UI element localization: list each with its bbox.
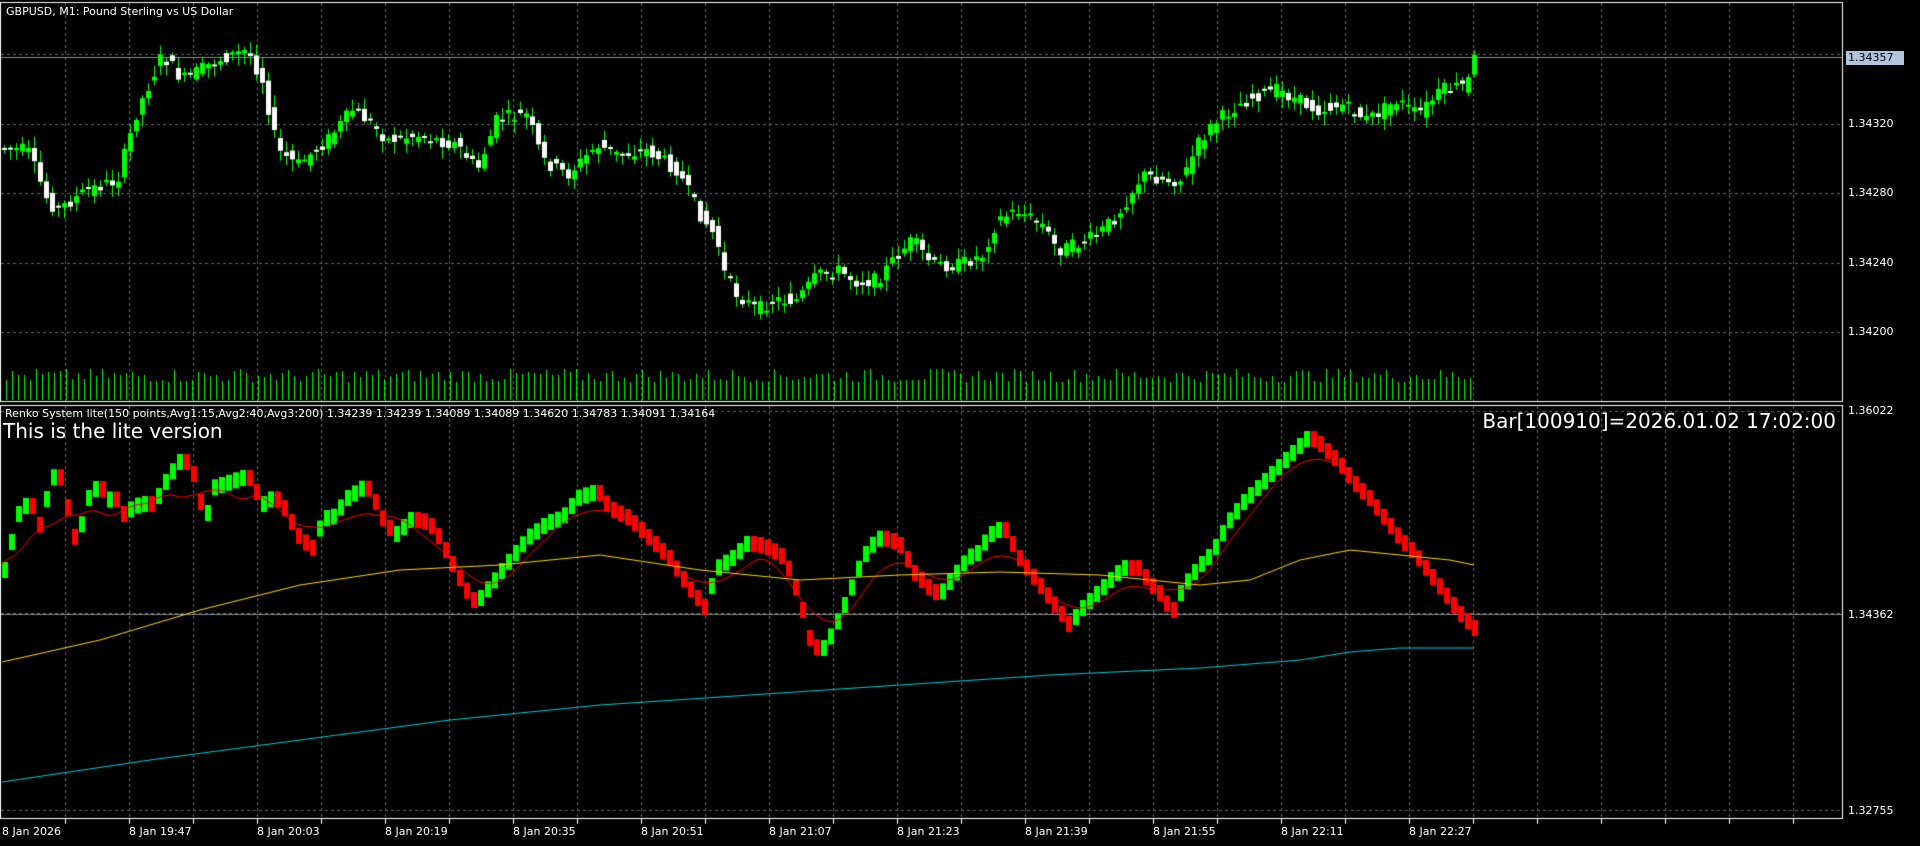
bar-info-label: Bar[100910]=2026.01.02 17:02:00 [1482,409,1836,433]
time-axis-label: 8 Jan 22:11 [1281,825,1344,838]
time-axis-label: 8 Jan 20:19 [385,825,448,838]
price-axis-label: 1.34320 [1848,117,1894,130]
time-axis-label: 8 Jan 20:51 [641,825,704,838]
time-axis-label: 8 Jan 2026 [2,825,61,838]
time-axis-label: 8 Jan 21:07 [769,825,832,838]
indicator-axis-label: 1.32755 [1848,804,1894,817]
price-axis-label: 1.34240 [1848,256,1894,269]
time-axis-label: 8 Jan 21:39 [1025,825,1088,838]
time-axis-label: 8 Jan 21:23 [897,825,960,838]
price-axis-label: 1.34280 [1848,186,1894,199]
lite-version-notice: This is the lite version [3,419,223,443]
price-axis-label: 1.34200 [1848,325,1894,338]
main-chart-title: GBPUSD, M1: Pound Sterling vs US Dollar [6,5,234,18]
current-price-tag: 1.34357 [1846,51,1904,65]
time-axis-label: 8 Jan 20:35 [513,825,576,838]
time-axis-label: 8 Jan 19:47 [129,825,192,838]
time-axis-label: 8 Jan 20:03 [257,825,320,838]
time-axis-label: 8 Jan 22:27 [1409,825,1472,838]
time-axis-label: 8 Jan 21:55 [1153,825,1216,838]
indicator-axis-label: 1.34362 [1848,608,1894,621]
indicator-axis-label: 1.36022 [1848,404,1894,417]
